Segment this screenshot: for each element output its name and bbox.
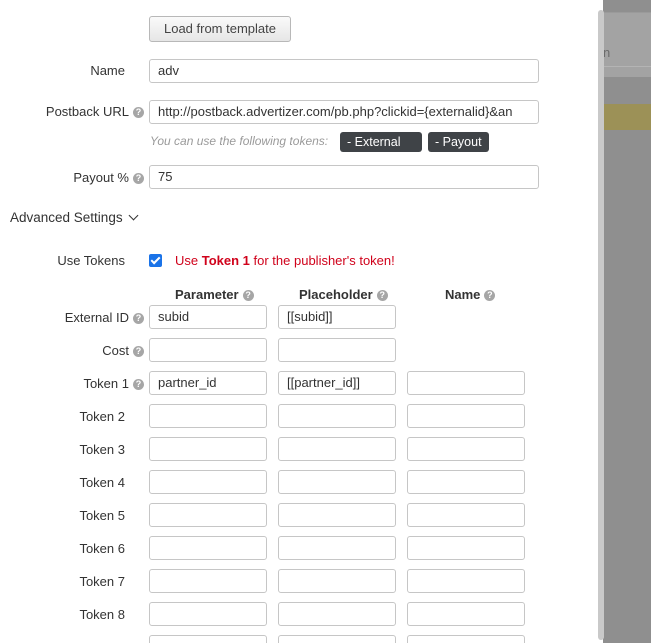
token-name-input[interactable]	[407, 569, 525, 593]
token-name-input[interactable]	[407, 371, 525, 395]
token-row-label-text: Cost	[102, 343, 129, 358]
placeholder-header-text: Placeholder	[299, 287, 373, 302]
token-row-label: Token 8	[79, 607, 125, 622]
warning-suffix: for the publisher's token!	[249, 253, 395, 268]
panel-scrollbar[interactable]	[598, 10, 604, 640]
postback-url-input[interactable]: http://postback.advertizer.com/pb.php?cl…	[149, 100, 539, 124]
token-row-label-text: Token 4	[79, 475, 125, 490]
token-parameter-input[interactable]	[149, 536, 267, 560]
token-row-label-text: Token 6	[79, 541, 125, 556]
token-row-label: Token 2	[79, 409, 125, 424]
tokens-hint-text: You can use the following tokens:	[150, 134, 329, 148]
token-row-label: Token 5	[79, 508, 125, 523]
token-parameter-input[interactable]	[149, 404, 267, 428]
name-label: Name	[90, 63, 125, 78]
payout-label-text: Payout %	[73, 170, 129, 185]
help-icon[interactable]: ?	[133, 379, 144, 390]
payout-input[interactable]: 75	[149, 165, 539, 189]
token-parameter-input[interactable]	[149, 470, 267, 494]
help-icon[interactable]: ?	[133, 173, 144, 184]
background-text: n	[603, 45, 611, 60]
token-placeholder-input[interactable]	[278, 404, 396, 428]
modal-backdrop: n	[603, 0, 651, 643]
token-row-label: Token 6	[79, 541, 125, 556]
name-input[interactable]: adv	[149, 59, 539, 83]
token-name-input[interactable]	[407, 536, 525, 560]
token-parameter-input[interactable]	[149, 503, 267, 527]
token-parameter-input[interactable]	[149, 338, 267, 362]
placeholder-column-header: Placeholder?	[299, 287, 388, 302]
load-from-template-button[interactable]: Load from template	[149, 16, 291, 42]
help-icon[interactable]: ?	[133, 313, 144, 324]
token-placeholder-input[interactable]	[278, 470, 396, 494]
token-parameter-input[interactable]	[149, 569, 267, 593]
token-row-label-text: Token 8	[79, 607, 125, 622]
help-icon[interactable]: ?	[133, 346, 144, 357]
advanced-settings-toggle[interactable]: Advanced Settings	[10, 210, 139, 225]
token-name-input[interactable]	[407, 635, 525, 643]
offer-settings-panel: Load from template Name adv Postback URL…	[0, 0, 603, 643]
token-name-input[interactable]	[407, 503, 525, 527]
token-buttons: - External ID - Payout	[340, 132, 490, 169]
token-name-input[interactable]	[407, 437, 525, 461]
help-icon[interactable]: ?	[242, 290, 254, 301]
token-placeholder-input[interactable]	[278, 536, 396, 560]
token-name-input[interactable]	[407, 602, 525, 626]
token-parameter-input[interactable]	[149, 602, 267, 626]
advanced-settings-label: Advanced Settings	[10, 210, 123, 225]
token-row-label-text: Token 5	[79, 508, 125, 523]
token-row-label: Token 1?	[83, 376, 144, 391]
postback-url-label-text: Postback URL	[45, 104, 129, 119]
token-row-label: Token 7	[79, 574, 125, 589]
background-divider	[603, 66, 651, 67]
token-row-label-text: Token 7	[79, 574, 125, 589]
token-placeholder-input[interactable]: [[subid]]	[278, 305, 396, 329]
name-header-text: Name	[445, 287, 481, 302]
token-row-label: Token 4	[79, 475, 125, 490]
name-column-header: Name?	[445, 287, 496, 302]
token-parameter-input[interactable]: partner_id	[149, 371, 267, 395]
token-payout-button[interactable]: - Payout	[428, 132, 489, 152]
token-placeholder-input[interactable]	[278, 338, 396, 362]
token-placeholder-input[interactable]: [[partner_id]]	[278, 371, 396, 395]
background-highlight-row	[603, 104, 651, 130]
token-name-input[interactable]	[407, 404, 525, 428]
token-row-label-text: External ID	[64, 310, 129, 325]
token-name-input[interactable]	[407, 470, 525, 494]
token-row-label: Cost?	[102, 343, 144, 358]
help-icon[interactable]: ?	[133, 107, 144, 118]
use-tokens-checkbox[interactable]	[149, 254, 162, 267]
payout-label: Payout %?	[73, 170, 144, 185]
tokens-hint: You can use the following tokens:	[150, 134, 328, 148]
token-row-label-text: Token 1	[83, 376, 129, 391]
token-placeholder-input[interactable]	[278, 503, 396, 527]
token-external-id-button[interactable]: - External ID	[340, 132, 422, 169]
token-parameter-input[interactable]: subid	[149, 305, 267, 329]
token-placeholder-input[interactable]	[278, 437, 396, 461]
token-warning: Use Token 1 for the publisher's token!	[175, 253, 395, 268]
warning-prefix: Use	[175, 253, 202, 268]
chevron-down-icon	[128, 210, 139, 221]
token-row-label-text: Token 2	[79, 409, 125, 424]
token-row-label: Token 3	[79, 442, 125, 457]
token-row-label: External ID?	[65, 310, 144, 325]
use-tokens-label: Use Tokens	[57, 253, 125, 268]
postback-url-label: Postback URL?	[46, 104, 144, 119]
token-parameter-input[interactable]	[149, 437, 267, 461]
token-placeholder-input[interactable]	[278, 635, 396, 643]
token-row-label-text: Token 3	[79, 442, 125, 457]
token-placeholder-input[interactable]	[278, 569, 396, 593]
parameter-header-text: Parameter	[175, 287, 239, 302]
warning-token: Token 1	[201, 253, 250, 268]
token-parameter-input[interactable]	[149, 635, 267, 643]
parameter-column-header: Parameter?	[175, 287, 254, 302]
help-icon[interactable]: ?	[484, 290, 496, 301]
help-icon[interactable]: ?	[376, 290, 388, 301]
token-placeholder-input[interactable]	[278, 602, 396, 626]
